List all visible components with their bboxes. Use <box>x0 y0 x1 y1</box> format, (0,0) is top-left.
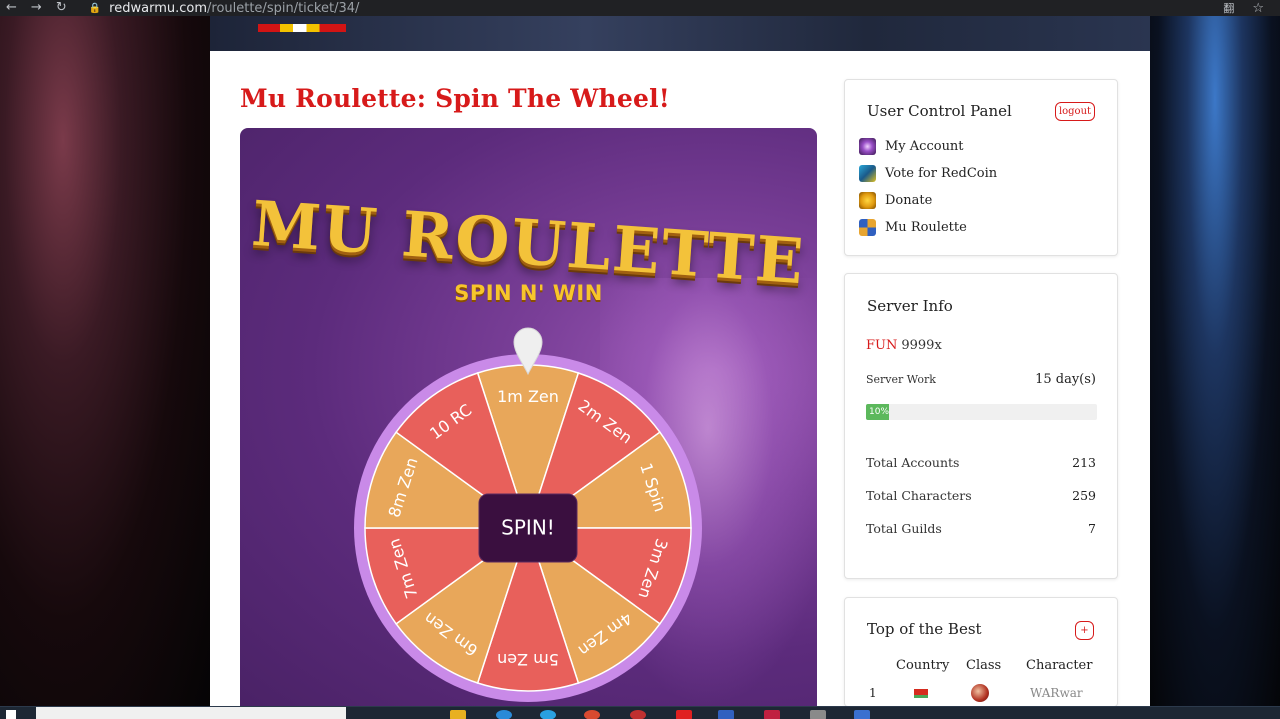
stat-value: 7 <box>1088 521 1096 536</box>
address-bar[interactable]: 🔒 redwarmu.com/roulette/spin/ticket/34/ <box>89 0 360 16</box>
app-icon[interactable] <box>854 710 870 719</box>
column-header-class: Class <box>966 658 1002 673</box>
translate-icon[interactable]: 翻 <box>1223 0 1234 16</box>
menu-item-label: My Account <box>885 139 964 154</box>
user-control-panel: User Control Panel logout My Account Vot… <box>844 79 1118 256</box>
app-icon[interactable] <box>676 710 692 719</box>
app-icon[interactable] <box>718 710 734 719</box>
opera-icon[interactable] <box>630 710 646 719</box>
roulette-wheel[interactable]: 1m Zen 2m Zen1 Spin3m Zen4m Zen5m Zen6m Z… <box>240 128 817 706</box>
file-explorer-icon[interactable] <box>450 710 466 719</box>
account-icon <box>859 138 876 155</box>
server-rate: FUN 9999x <box>866 338 1096 353</box>
country-flag-icon <box>914 689 928 698</box>
spin-button-label[interactable]: SPIN! <box>501 516 555 540</box>
top-best-panel: Top of the Best + Country Class Characte… <box>844 597 1118 707</box>
stat-label: Total Guilds <box>866 521 942 536</box>
menu-item-label: Vote for RedCoin <box>885 166 998 181</box>
language-flag-icon[interactable] <box>258 24 346 32</box>
roulette-icon <box>859 219 876 236</box>
panel-title: Server Info <box>867 297 953 315</box>
progress-fill: 10% <box>866 404 890 420</box>
server-progress-bar: 10% <box>866 404 1097 420</box>
browser-icon[interactable] <box>496 710 512 719</box>
taskbar-search-input[interactable] <box>36 707 346 719</box>
stat-value: 259 <box>1072 488 1096 503</box>
character-name[interactable]: WARwar <box>1030 686 1083 700</box>
url-host: redwarmu.com <box>109 0 207 16</box>
vote-icon <box>859 165 876 182</box>
server-rate-value: 9999x <box>901 338 942 353</box>
stat-label: Total Characters <box>866 488 972 503</box>
background-art-left <box>0 16 210 706</box>
url-path: /roulette/spin/ticket/34/ <box>207 0 360 16</box>
back-icon[interactable]: ← <box>6 0 17 16</box>
panel-title: Top of the Best <box>867 620 982 638</box>
stat-label: Total Accounts <box>866 455 960 470</box>
menu-item-vote[interactable]: Vote for RedCoin <box>859 165 997 182</box>
column-header-country: Country <box>896 658 950 673</box>
menu-item-roulette[interactable]: Mu Roulette <box>859 219 967 236</box>
telegram-icon[interactable] <box>540 710 556 719</box>
stat-row: Total Characters 259 <box>866 488 1096 503</box>
server-info-panel: Server Info FUN 9999x Server Work 15 day… <box>844 273 1118 579</box>
stat-row: Total Accounts 213 <box>866 455 1096 470</box>
wheel-segment-label: 1m Zen <box>497 387 559 406</box>
lock-icon: 🔒 <box>88 2 102 14</box>
app-icon[interactable] <box>810 710 826 719</box>
page-title: Mu Roulette: Spin The Wheel! <box>240 84 670 113</box>
server-work-row: Server Work 15 day(s) <box>866 372 1096 387</box>
os-taskbar <box>0 706 1280 719</box>
header-banner <box>210 16 1150 51</box>
browser-toolbar: ← → ↻ 🔒 redwarmu.com/roulette/spin/ticke… <box>0 0 1280 16</box>
logout-button[interactable]: logout <box>1055 102 1095 121</box>
reload-icon[interactable]: ↻ <box>56 0 67 16</box>
menu-item-my-account[interactable]: My Account <box>859 138 964 155</box>
bookmark-star-icon[interactable]: ☆ <box>1252 1 1264 16</box>
server-work-label: Server Work <box>866 373 936 386</box>
windows-start-icon[interactable] <box>6 710 16 719</box>
roulette-card: MU ROULETTE SPIN N' WIN 1m Zen 2m Zen 1 Sp… <box>240 128 817 706</box>
background-art-right <box>1150 16 1280 706</box>
menu-item-label: Donate <box>885 193 933 208</box>
rank-cell: 1 <box>869 686 877 700</box>
forward-icon[interactable]: → <box>31 0 42 16</box>
app-icon[interactable] <box>764 710 780 719</box>
wheel-segment-label: 5m Zen <box>497 650 559 669</box>
server-name: FUN <box>866 338 898 353</box>
menu-item-donate[interactable]: Donate <box>859 192 932 209</box>
column-header-character: Character <box>1026 658 1093 673</box>
stat-value: 213 <box>1072 455 1096 470</box>
menu-item-label: Mu Roulette <box>885 220 967 235</box>
stat-row: Total Guilds 7 <box>866 521 1096 536</box>
panel-title: User Control Panel <box>867 102 1012 120</box>
class-avatar-icon <box>971 684 989 702</box>
server-work-value: 15 day(s) <box>1035 372 1096 387</box>
donate-icon <box>859 192 876 209</box>
chrome-icon[interactable] <box>584 710 600 719</box>
expand-button[interactable]: + <box>1075 621 1094 640</box>
